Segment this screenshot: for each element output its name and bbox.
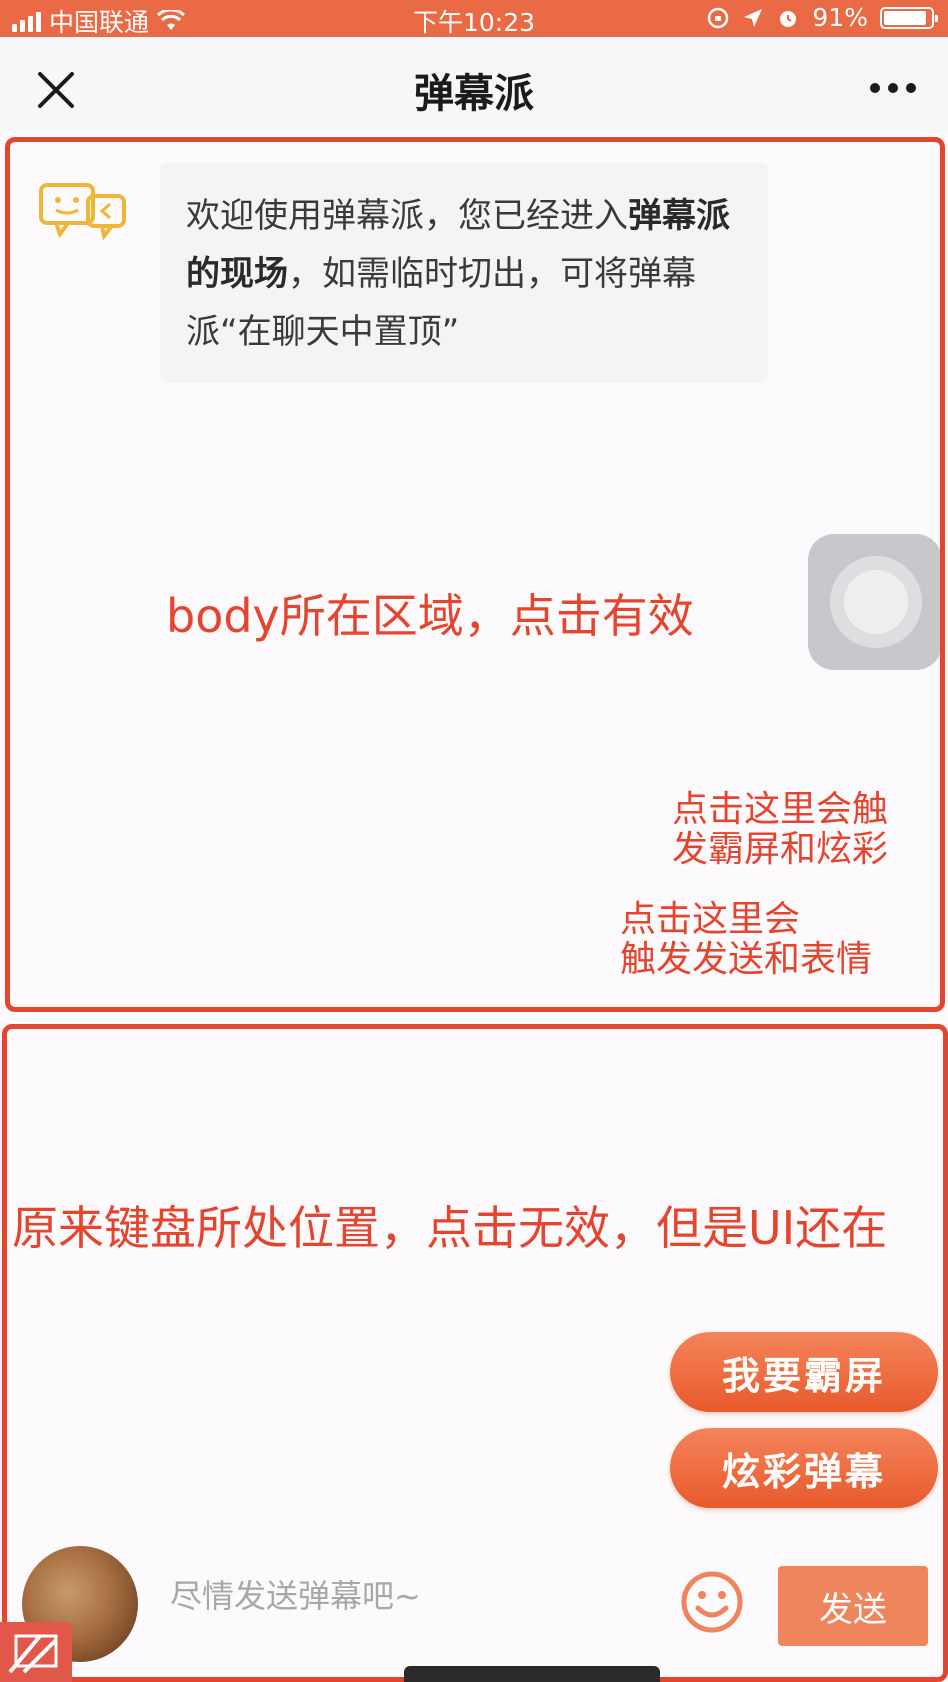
more-icon[interactable] <box>870 83 916 93</box>
battery-icon <box>880 6 938 29</box>
page-title: 弹幕派 <box>414 71 534 117</box>
battery-percent: 91% <box>812 3 868 32</box>
send-button[interactable]: 发送 <box>778 1566 928 1646</box>
colorful-danmu-button[interactable]: 炫彩弹幕 <box>670 1428 938 1508</box>
keyboard-area-annotation: 原来键盘所处位置，点击无效，但是UI还在 <box>12 1201 888 1255</box>
send-hint-line2: 触发发送和表情 <box>620 939 873 980</box>
alarm-icon <box>780 10 797 27</box>
danmu-input[interactable] <box>168 1566 668 1626</box>
send-hint-line1: 点击这里会 <box>620 899 801 940</box>
location-icon <box>744 8 763 27</box>
bapping-button[interactable]: 我要霸屏 <box>670 1332 938 1412</box>
bapping-hint-line2: 发霸屏和炫彩 <box>671 829 888 870</box>
send-hint-annotation: 点击这里会 触发发送和表情 <box>620 900 872 980</box>
bapping-hint-annotation: 点击这里会触 发霸屏和炫彩 <box>668 790 888 870</box>
body-area-annotation: body所在区域，点击有效 <box>166 589 694 643</box>
orientation-lock-icon <box>708 7 729 28</box>
emoji-icon[interactable] <box>680 1570 744 1634</box>
status-right: 91% <box>706 3 938 32</box>
status-bar: 中国联通 下午10:23 91% <box>0 0 948 37</box>
body-area-outline <box>5 137 945 1012</box>
bapping-hint-line1: 点击这里会触 <box>671 789 888 830</box>
nav-bar: 弹幕派 <box>0 37 948 131</box>
input-bar: 发送 <box>8 1540 944 1672</box>
bottom-indicator <box>404 1666 660 1682</box>
app-logo-icon <box>0 1622 72 1682</box>
